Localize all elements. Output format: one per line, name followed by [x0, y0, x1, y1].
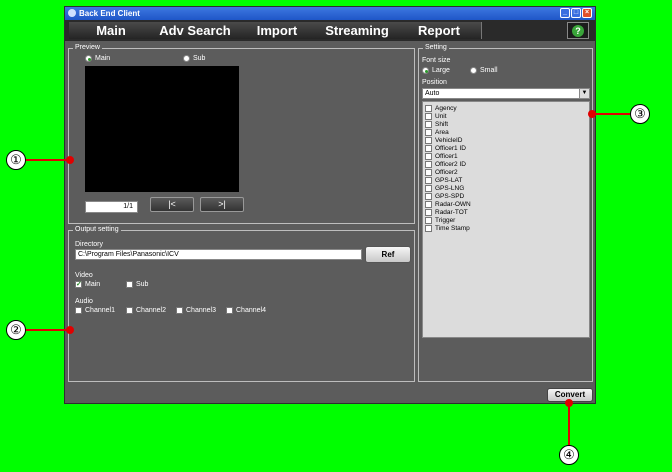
- item-checkbox[interactable]: [425, 177, 432, 184]
- item-checkbox[interactable]: [425, 161, 432, 168]
- leader-dot-4: [565, 399, 573, 407]
- tab-report[interactable]: Report: [397, 22, 482, 39]
- callout-2: ②: [6, 320, 26, 340]
- item-checkbox[interactable]: [425, 169, 432, 176]
- position-select[interactable]: Auto ▼: [422, 88, 590, 99]
- app-icon: [68, 9, 76, 17]
- channel4-label: Channel4: [236, 307, 266, 314]
- tab-streaming[interactable]: Streaming: [317, 22, 398, 39]
- close-button[interactable]: ×: [582, 8, 592, 18]
- audio-label: Audio: [75, 298, 93, 305]
- leader-dot-2: [66, 326, 74, 334]
- directory-label: Directory: [75, 241, 104, 248]
- position-value: Auto: [425, 90, 440, 97]
- preview-sub-label: Sub: [193, 55, 206, 62]
- item-checkbox[interactable]: [425, 193, 432, 200]
- leader-line-3: [592, 113, 630, 115]
- leader-line-4: [568, 402, 570, 445]
- item-checkbox[interactable]: [425, 225, 432, 232]
- item-label: Time Stamp: [435, 225, 470, 232]
- chevron-down-icon[interactable]: ▼: [579, 89, 589, 98]
- title-bar: Back End Client _ □ ×: [65, 7, 595, 20]
- channel1-label: Channel1: [85, 307, 115, 314]
- callout-3: ③: [630, 104, 650, 124]
- item-checkbox[interactable]: [425, 137, 432, 144]
- preview-sub-radio[interactable]: [183, 55, 190, 62]
- channel3-label: Channel3: [186, 307, 216, 314]
- tab-main[interactable]: Main: [69, 22, 154, 39]
- leader-dot-1: [66, 156, 74, 164]
- font-large-label: Large: [432, 67, 450, 74]
- item-checkbox[interactable]: [425, 209, 432, 216]
- leader-dot-3: [588, 110, 596, 118]
- callout-4: ④: [559, 445, 579, 465]
- item-checkbox[interactable]: [425, 113, 432, 120]
- setting-legend: Setting: [423, 43, 449, 53]
- leader-line-2: [26, 329, 70, 331]
- video-sub-checkbox[interactable]: [126, 281, 133, 288]
- callout-1: ①: [6, 150, 26, 170]
- prev-button[interactable]: |<: [150, 197, 194, 212]
- preview-main-label: Main: [95, 55, 111, 62]
- channel4-checkbox[interactable]: [226, 307, 233, 314]
- minimize-button[interactable]: _: [560, 8, 570, 18]
- leader-line-1: [26, 159, 70, 161]
- tab-adv-search[interactable]: Adv Search: [153, 22, 238, 39]
- ref-button[interactable]: Ref: [365, 246, 411, 263]
- directory-input[interactable]: C:\Program Files\Panasonic\ICV: [75, 249, 362, 260]
- item-checkbox[interactable]: [425, 153, 432, 160]
- video-label: Video: [75, 272, 93, 279]
- position-label: Position: [422, 79, 447, 86]
- help-button[interactable]: ?: [567, 22, 589, 39]
- channel2-label: Channel2: [136, 307, 166, 314]
- video-sub-label: Sub: [136, 281, 149, 288]
- item-checkbox[interactable]: [425, 185, 432, 192]
- item-checkbox[interactable]: [425, 201, 432, 208]
- font-small-label: Small: [480, 67, 498, 74]
- window-title: Back End Client: [79, 9, 140, 18]
- font-small-radio[interactable]: [470, 67, 477, 74]
- app-window: Back End Client _ □ × Main Adv Search Im…: [64, 6, 596, 404]
- maximize-button[interactable]: □: [571, 8, 581, 18]
- video-main-label: Main: [85, 281, 101, 288]
- item-checkbox[interactable]: [425, 145, 432, 152]
- item-checkbox[interactable]: [425, 129, 432, 136]
- item-checkbox[interactable]: [425, 105, 432, 112]
- frame-counter: 1/1: [85, 201, 138, 213]
- video-main-checkbox[interactable]: ✓: [75, 281, 82, 288]
- font-large-radio[interactable]: [422, 67, 429, 74]
- channel2-checkbox[interactable]: [126, 307, 133, 314]
- next-button[interactable]: >|: [200, 197, 244, 212]
- font-size-label: Font size: [422, 57, 451, 64]
- output-legend: Output setting: [73, 225, 121, 235]
- preview-main-radio[interactable]: [85, 55, 92, 62]
- channel1-checkbox[interactable]: [75, 307, 82, 314]
- channel3-checkbox[interactable]: [176, 307, 183, 314]
- video-preview: [85, 66, 239, 192]
- item-checkbox[interactable]: [425, 121, 432, 128]
- tab-import[interactable]: Import: [237, 22, 318, 39]
- preview-legend: Preview: [73, 43, 102, 53]
- item-checkbox[interactable]: [425, 217, 432, 224]
- menu-bar: Main Adv Search Import Streaming Report …: [65, 20, 595, 41]
- help-icon: ?: [572, 25, 584, 37]
- overlay-item-list[interactable]: Agency Unit Shift Area VehicleID Officer…: [422, 101, 590, 338]
